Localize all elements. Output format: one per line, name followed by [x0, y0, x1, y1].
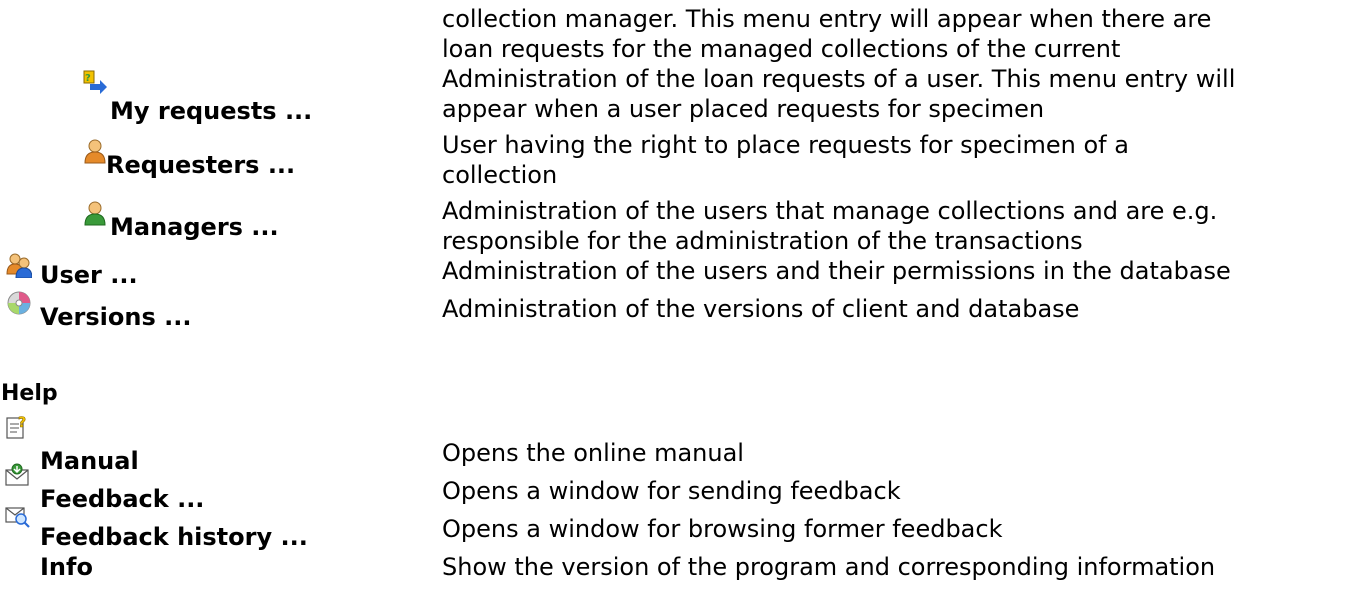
description-my-requests-line-2: appear when a user placed requests for s… [442, 95, 1045, 123]
description-versions: Administration of the versions of client… [442, 295, 1080, 323]
section-heading-help: Help [1, 381, 58, 406]
description-feedback: Opens a window for sending feedback [442, 477, 901, 505]
requests-icon: ? [82, 68, 108, 94]
requester-user-icon [82, 138, 108, 164]
users-icon [6, 252, 32, 278]
menu-label-versions: Versions ... [40, 303, 192, 331]
menu-label-my-requests: My requests ... [110, 97, 313, 125]
svg-text:?: ? [18, 415, 26, 431]
feedback-history-icon [4, 502, 30, 528]
menu-label-managers: Managers ... [110, 213, 279, 241]
svg-text:?: ? [85, 73, 91, 84]
description-managers-line-2: responsible for the administration of th… [442, 227, 1083, 255]
description-continued-line-2: loan requests for the managed collection… [442, 35, 1121, 63]
versions-disc-icon [6, 290, 32, 316]
menu-label-requesters: Requesters ... [106, 151, 296, 179]
menu-label-info: Info [40, 553, 93, 581]
description-info: Show the version of the program and corr… [442, 553, 1216, 581]
description-my-requests-line-1: Administration of the loan requests of a… [442, 65, 1236, 93]
description-managers-line-1: Administration of the users that manage … [442, 197, 1218, 225]
menu-label-manual: Manual [40, 447, 139, 475]
manager-user-icon [82, 200, 108, 226]
feedback-icon [4, 462, 30, 488]
description-requesters-line-2: collection [442, 161, 558, 189]
manual-icon: ? [4, 414, 30, 440]
description-manual: Opens the online manual [442, 439, 744, 467]
menu-label-user: User ... [40, 261, 138, 289]
description-feedback-history: Opens a window for browsing former feedb… [442, 515, 1003, 543]
description-continued-line-1: collection manager. This menu entry will… [442, 5, 1212, 33]
description-requesters-line-1: User having the right to place requests … [442, 131, 1129, 159]
menu-label-feedback-history: Feedback history ... [40, 523, 308, 551]
menu-label-feedback: Feedback ... [40, 485, 205, 513]
description-user: Administration of the users and their pe… [442, 257, 1231, 285]
